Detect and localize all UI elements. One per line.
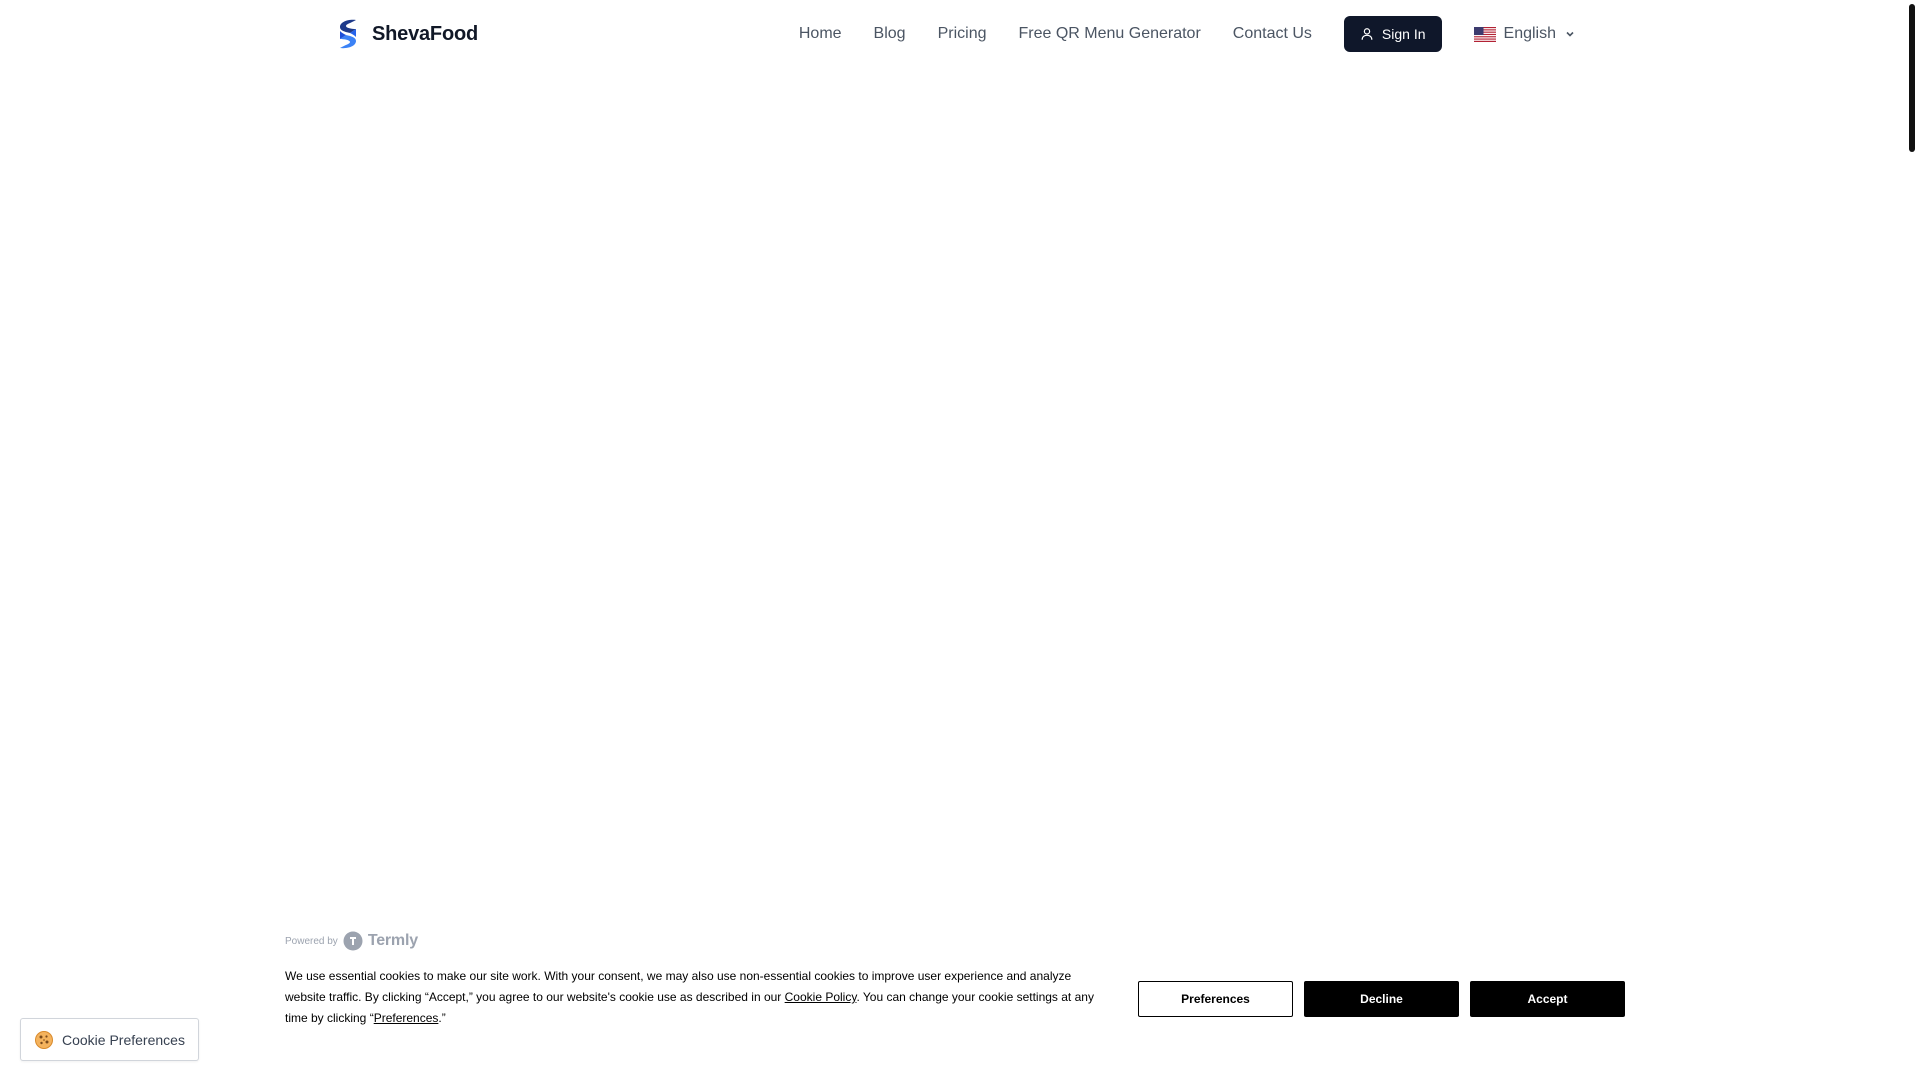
- sign-in-label: Sign In: [1381, 26, 1426, 42]
- cookie-preferences-button[interactable]: Preferences: [1138, 981, 1293, 1017]
- floating-cookie-preferences-button[interactable]: Cookie Preferences: [20, 1018, 199, 1061]
- user-icon: [1361, 28, 1373, 40]
- us-flag-icon: [1473, 26, 1496, 42]
- site-header: ShevaFood Home Blog Pricing Free QR Menu…: [0, 0, 1920, 68]
- main-nav: Home Blog Pricing Free QR Menu Generator…: [799, 0, 1576, 68]
- s-swoosh-logo-icon: [340, 19, 356, 49]
- language-selector[interactable]: English: [1473, 25, 1576, 43]
- chevron-down-icon: [1566, 31, 1574, 37]
- termly-logo-icon: [343, 931, 363, 951]
- language-label: English: [1503, 25, 1556, 42]
- consent-text-part3: .”: [438, 1011, 446, 1025]
- page-scrollbar[interactable]: [1904, 0, 1920, 1080]
- cookie-policy-link[interactable]: Cookie Policy: [785, 990, 857, 1004]
- nav-link-free-qr-menu-generator[interactable]: Free QR Menu Generator: [1018, 25, 1200, 43]
- cookie-icon: [35, 1030, 53, 1049]
- brand-home-link[interactable]: ShevaFood: [334, 17, 478, 51]
- termly-name: Termly: [367, 932, 418, 949]
- nav-link-contact-us[interactable]: Contact Us: [1233, 25, 1312, 43]
- nav-link-blog[interactable]: Blog: [874, 25, 906, 43]
- powered-by-label: Powered by: [285, 935, 338, 947]
- powered-by-termly[interactable]: Powered by Termly: [285, 931, 418, 951]
- page: ShevaFood Home Blog Pricing Free QR Menu…: [0, 0, 1920, 1080]
- cookie-decline-button[interactable]: Decline: [1304, 981, 1459, 1017]
- sign-in-button[interactable]: Sign In: [1343, 16, 1442, 52]
- nav-link-home[interactable]: Home: [799, 25, 842, 43]
- brand-name: ShevaFood: [372, 22, 478, 45]
- cookie-consent-text: We use essential cookies to make our sit…: [285, 966, 1115, 1029]
- preferences-link[interactable]: Preferences: [374, 1011, 439, 1025]
- scrollbar-thumb[interactable]: [1909, 4, 1915, 152]
- nav-link-pricing[interactable]: Pricing: [938, 25, 987, 43]
- cookie-accept-button[interactable]: Accept: [1470, 981, 1625, 1017]
- cookie-preferences-label: Cookie Preferences: [62, 1031, 185, 1048]
